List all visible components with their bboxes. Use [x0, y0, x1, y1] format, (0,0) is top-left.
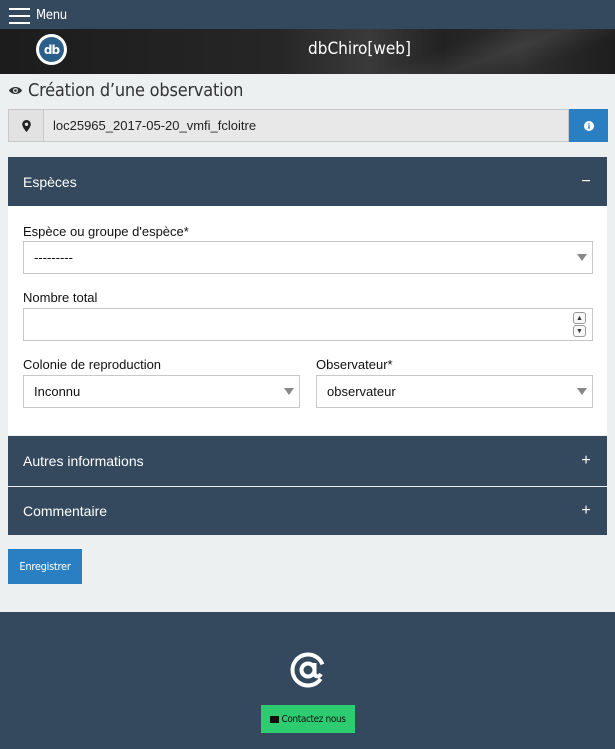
espece-select[interactable]: ---------	[23, 241, 593, 274]
top-navbar: Menu	[0, 0, 615, 29]
site-banner: db dbChiro[web]	[0, 29, 615, 74]
panel-especes: Espèces − Espèce ou groupe d'espèce* ---…	[8, 157, 607, 435]
collapse-icon: −	[581, 172, 591, 190]
info-icon	[583, 120, 594, 131]
espece-label: Espèce ou groupe d'espèce*	[23, 224, 189, 239]
location-info-button[interactable]	[569, 109, 608, 142]
colonie-label: Colonie de reproduction	[23, 357, 162, 372]
observateur-label: Observateur*	[316, 357, 393, 372]
panel-autres-header[interactable]: Autres informations +	[8, 435, 607, 486]
eye-icon	[8, 86, 23, 94]
observateur-select-value: observateur	[327, 384, 396, 399]
panel-especes-title: Espèces	[23, 173, 77, 190]
nombre-total-input[interactable]: ▲ ▼	[23, 308, 593, 341]
contact-button[interactable]: Contactez nous	[261, 705, 355, 733]
envelope-icon	[270, 715, 280, 723]
observateur-select[interactable]: observateur	[316, 375, 593, 408]
colonie-select-value: Inconnu	[34, 384, 81, 399]
page-title-row: Création d’une observation	[8, 79, 243, 101]
expand-icon: +	[581, 502, 591, 519]
page-title: Création d’une observation	[28, 79, 244, 101]
chevron-down-icon	[577, 254, 587, 261]
location-field-group: loc25965_2017-05-20_vmfi_fcloitre	[8, 109, 608, 142]
contact-button-label: Contactez nous	[281, 713, 346, 725]
panel-commentaire: Commentaire +	[8, 486, 607, 535]
panel-autres-title: Autres informations	[23, 453, 144, 469]
at-sign-icon	[290, 652, 326, 688]
map-marker-icon	[21, 119, 31, 132]
hamburger-icon	[9, 7, 30, 24]
menu-button[interactable]: Menu	[9, 5, 67, 25]
location-input[interactable]: loc25965_2017-05-20_vmfi_fcloitre	[43, 109, 569, 142]
menu-label: Menu	[36, 7, 67, 23]
espece-select-value: ---------	[34, 250, 73, 265]
panel-autres-informations: Autres informations +	[8, 435, 607, 486]
site-title[interactable]: dbChiro[web]	[0, 39, 615, 59]
save-button[interactable]: Enregistrer	[8, 549, 82, 584]
nombre-label: Nombre total	[23, 290, 98, 305]
chevron-down-icon	[284, 388, 294, 395]
panel-commentaire-title: Commentaire	[23, 503, 108, 519]
panel-especes-header[interactable]: Espèces −	[8, 157, 607, 206]
spin-down-icon[interactable]: ▼	[573, 325, 586, 337]
panel-commentaire-header[interactable]: Commentaire +	[8, 486, 607, 535]
colonie-select[interactable]: Inconnu	[23, 375, 300, 408]
number-spinner[interactable]: ▲ ▼	[573, 312, 586, 337]
expand-icon: +	[581, 452, 591, 469]
spin-up-icon[interactable]: ▲	[573, 312, 586, 324]
location-addon	[8, 109, 43, 142]
chevron-down-icon	[577, 388, 587, 395]
